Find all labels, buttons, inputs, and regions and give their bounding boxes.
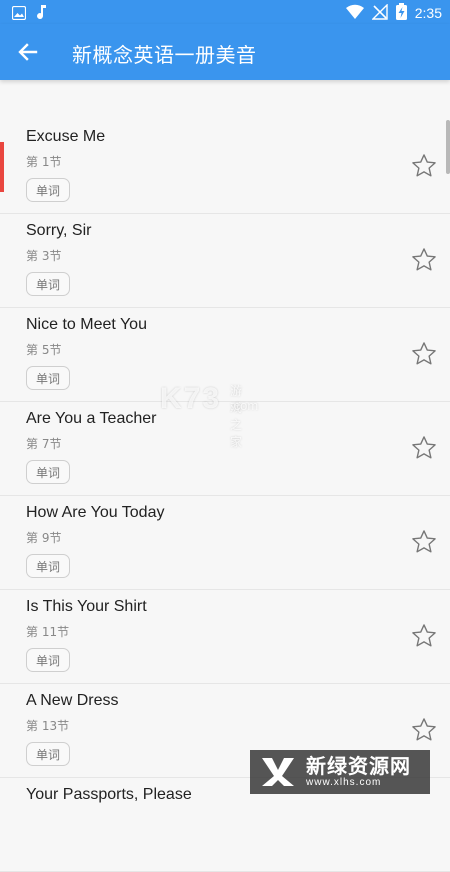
lesson-title: How Are You Today — [26, 504, 165, 521]
image-icon — [11, 5, 27, 24]
lesson-number: 第 13节 — [26, 719, 70, 733]
lesson-number: 第 11节 — [26, 625, 70, 639]
lesson-number: 第 9节 — [26, 531, 62, 545]
lesson-number: 第 1节 — [26, 155, 62, 169]
watermark-xlhs-text: 新绿资源网 www.xlhs.com — [306, 756, 411, 788]
lesson-title: Nice to Meet You — [26, 316, 147, 333]
vocab-button[interactable]: 单词 — [26, 366, 70, 390]
lesson-title: Your Passports, Please — [26, 786, 192, 803]
vocab-button[interactable]: 单词 — [26, 648, 70, 672]
list-item[interactable]: Nice to Meet You 第 5节单词 — [0, 308, 450, 402]
wifi-icon — [345, 4, 364, 23]
active-indicator — [0, 142, 4, 192]
lesson-title: Sorry, Sir — [26, 222, 92, 239]
star-icon[interactable] — [410, 152, 438, 180]
status-time: 2:35 — [414, 5, 442, 21]
lesson-title: Is This Your Shirt — [26, 598, 147, 615]
vocab-button[interactable]: 单词 — [26, 272, 70, 296]
list-item[interactable]: Sorry, Sir 第 3节单词 — [0, 214, 450, 308]
battery-charging-icon — [395, 3, 407, 23]
lesson-title: Are You a Teacher — [26, 410, 157, 427]
watermark-xlhs-main: 新绿资源网 — [306, 754, 411, 778]
star-icon[interactable] — [410, 434, 438, 462]
star-icon[interactable] — [410, 528, 438, 556]
watermark-xlhs: 新绿资源网 www.xlhs.com — [250, 750, 430, 794]
list-item[interactable]: Is This Your Shirt 第 11节单词 — [0, 590, 450, 684]
list-item[interactable]: How Are You Today 第 9节单词 — [0, 496, 450, 590]
star-icon[interactable] — [410, 716, 438, 744]
lesson-number: 第 5节 — [26, 343, 62, 357]
scrollbar-thumb[interactable] — [446, 120, 450, 174]
star-icon[interactable] — [410, 246, 438, 274]
no-signal-icon — [371, 2, 388, 23]
list-item[interactable]: Are You a Teacher 第 7节单词 — [0, 402, 450, 496]
vocab-button[interactable]: 单词 — [26, 460, 70, 484]
xlhs-logo-icon — [258, 752, 298, 792]
watermark-xlhs-sub: www.xlhs.com — [306, 777, 382, 788]
page-title: 新概念英语一册美音 — [72, 43, 257, 67]
lesson-title: A New Dress — [26, 692, 119, 709]
music-note-icon — [36, 4, 48, 24]
star-icon[interactable] — [410, 340, 438, 368]
app-bar: 新概念英语一册美音 — [0, 24, 450, 80]
lesson-number: 第 3节 — [26, 249, 62, 263]
vocab-button[interactable]: 单词 — [26, 554, 70, 578]
lesson-title: Excuse Me — [26, 128, 106, 145]
vocab-button[interactable]: 单词 — [26, 742, 70, 766]
vocab-button[interactable]: 单词 — [26, 178, 70, 202]
star-icon[interactable] — [410, 622, 438, 650]
status-right: 2:35 — [345, 2, 442, 23]
lesson-number: 第 7节 — [26, 437, 62, 451]
status-bar: 2:35 — [0, 0, 450, 24]
status-left — [11, 4, 48, 24]
back-arrow-icon[interactable] — [14, 38, 42, 66]
list-item[interactable]: Excuse Me 第 1节单词 — [0, 120, 450, 214]
